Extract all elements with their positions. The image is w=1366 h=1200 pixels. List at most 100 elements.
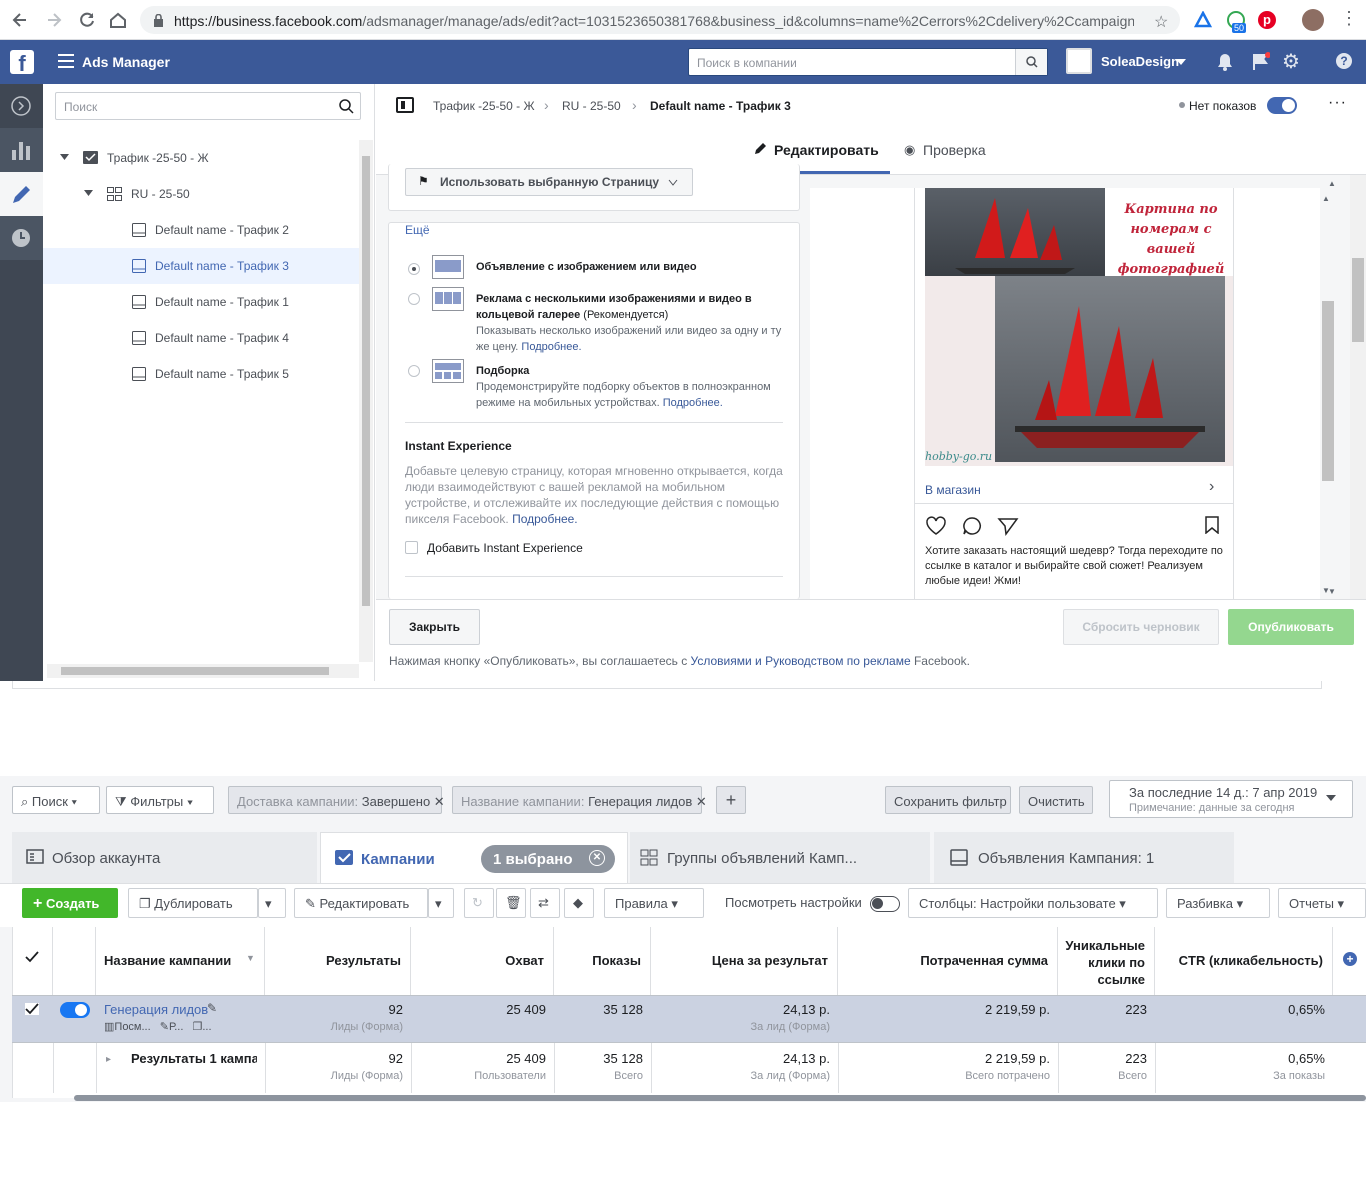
chevron-down-icon[interactable] bbox=[1176, 59, 1186, 65]
instant-experience-checkbox[interactable] bbox=[405, 541, 418, 554]
heart-icon[interactable] bbox=[925, 516, 947, 536]
scrollbar-thumb[interactable] bbox=[1352, 258, 1364, 342]
col-cost-per-result[interactable]: Цена за результат bbox=[651, 927, 838, 995]
columns-dropdown[interactable]: Столбцы: Настройки пользовате ▾ bbox=[908, 888, 1158, 918]
company-search[interactable]: Поиск в компании bbox=[688, 48, 1048, 76]
forward-arrow-icon[interactable] bbox=[44, 10, 64, 30]
scrollbar-thumb[interactable] bbox=[1322, 301, 1334, 481]
help-icon[interactable]: ? bbox=[1336, 53, 1352, 69]
edit-link[interactable]: Р... bbox=[169, 1021, 183, 1033]
tab-campaigns[interactable]: Кампании 1 выбрано ✕ bbox=[320, 832, 628, 884]
expand-caret-icon[interactable]: ▸ bbox=[106, 1054, 111, 1065]
col-campaign-name[interactable]: Название кампании ▼ bbox=[96, 927, 265, 995]
flag-icon[interactable] bbox=[1252, 52, 1270, 72]
close-button[interactable]: Закрыть bbox=[389, 609, 480, 645]
campaign-name-link[interactable]: Генерация лидов bbox=[104, 1002, 208, 1017]
reset-draft-button[interactable]: Сбросить черновик bbox=[1063, 609, 1219, 645]
tag-icon[interactable]: ◆ bbox=[564, 888, 594, 918]
pinterest-icon[interactable]: p bbox=[1258, 11, 1276, 29]
account-name[interactable]: SoleaDesign bbox=[1101, 54, 1179, 69]
company-search-input[interactable]: Поиск в компании bbox=[697, 56, 797, 70]
pencil-icon[interactable]: ✎ bbox=[207, 1001, 217, 1015]
page-scrollbar[interactable] bbox=[1350, 175, 1366, 599]
tree-horizontal-scrollbar[interactable] bbox=[47, 664, 359, 678]
close-icon[interactable]: ✕ bbox=[589, 850, 605, 866]
breadcrumb-adset[interactable]: RU - 25-50 bbox=[562, 99, 621, 113]
tab-account-overview[interactable]: Обзор аккаунта bbox=[12, 832, 317, 884]
filters-dropdown[interactable]: ⧩ Фильтры ▾ bbox=[106, 786, 214, 814]
date-range-picker[interactable]: За последние 14 д.: 7 апр 2019 Примечани… bbox=[1109, 780, 1353, 818]
bell-icon[interactable] bbox=[1216, 52, 1234, 72]
campaign-toggle[interactable] bbox=[60, 1002, 90, 1018]
editor-scrollbar[interactable]: ▲ ▼ bbox=[1320, 175, 1350, 599]
tree-search[interactable]: Поиск bbox=[55, 92, 361, 120]
home-icon[interactable] bbox=[108, 10, 128, 30]
cta-label[interactable]: В магазин bbox=[925, 483, 981, 497]
cta-row[interactable]: В магазин › bbox=[915, 474, 1233, 504]
tab-ads[interactable]: Объявления Кампания: 1 bbox=[934, 832, 1234, 884]
create-button[interactable]: + Создать bbox=[22, 888, 118, 918]
edit-button[interactable]: ✎ Редактировать bbox=[294, 888, 428, 918]
view-charts-link[interactable]: Посм... bbox=[114, 1021, 150, 1033]
filter-chip-name[interactable]: Название кампании: Генерация лидов ✕ bbox=[452, 786, 707, 814]
hamburger-icon[interactable] bbox=[58, 54, 74, 68]
breakdown-dropdown[interactable]: Разбивка ▾ bbox=[1166, 888, 1270, 918]
terms-link[interactable]: Условиями и Руководством по рекламе bbox=[691, 654, 911, 668]
ad-toggle[interactable] bbox=[1267, 97, 1297, 114]
col-amount-spent[interactable]: Потраченная сумма bbox=[838, 927, 1058, 995]
extension-triangle-icon[interactable] bbox=[1194, 11, 1212, 29]
app-title[interactable]: Ads Manager bbox=[82, 54, 170, 70]
learn-more-link[interactable]: Подробнее. bbox=[663, 397, 723, 409]
bookmark-icon[interactable] bbox=[1205, 516, 1219, 534]
ab-test-icon[interactable]: ⇄ bbox=[530, 888, 560, 918]
format-radio-carousel[interactable] bbox=[408, 293, 420, 305]
edit-dropdown[interactable]: ▾ bbox=[428, 888, 454, 918]
search-icon[interactable] bbox=[338, 98, 354, 114]
page-select-dropdown[interactable]: ⚑ Использовать выбранную Страницу bbox=[405, 168, 693, 196]
learn-more-link[interactable]: Подробнее. bbox=[521, 341, 581, 353]
tab-review[interactable]: ◉ Проверка bbox=[904, 140, 1000, 174]
row-checkbox[interactable] bbox=[25, 1003, 39, 1015]
col-unique-link-clicks[interactable]: Уникальные клики по ссылке bbox=[1058, 927, 1155, 995]
star-icon[interactable]: ☆ bbox=[1154, 12, 1168, 32]
account-avatar[interactable] bbox=[1066, 48, 1092, 74]
rules-dropdown[interactable]: Правила ▾ bbox=[604, 888, 704, 918]
panel-toggle-icon[interactable] bbox=[396, 97, 414, 113]
clear-button[interactable]: Очистить bbox=[1019, 786, 1093, 814]
tree-campaign[interactable]: Трафик -25-50 - Ж bbox=[43, 140, 359, 176]
duplicate-dropdown[interactable]: ▾ bbox=[258, 888, 286, 918]
tree-ad-item[interactable]: Default name - Трафик 5 bbox=[43, 356, 359, 392]
nav-edit-pencil-icon[interactable] bbox=[0, 172, 43, 216]
col-ctr[interactable]: CTR (кликабельность) bbox=[1155, 927, 1333, 995]
caret-down-icon[interactable] bbox=[84, 190, 93, 196]
tab-adsets[interactable]: Группы объявлений Камп... bbox=[630, 832, 930, 884]
tree-search-input[interactable]: Поиск bbox=[64, 100, 97, 114]
gear-icon[interactable]: ⚙ bbox=[1282, 51, 1300, 73]
tree-ad-item[interactable]: Default name - Трафик 2 bbox=[43, 212, 359, 248]
menu-dots-icon[interactable]: ⋮ bbox=[1340, 8, 1358, 28]
nav-expand-button[interactable] bbox=[0, 84, 43, 128]
col-results[interactable]: Результаты bbox=[265, 927, 411, 995]
col-impressions[interactable]: Показы bbox=[554, 927, 651, 995]
comment-icon[interactable] bbox=[961, 516, 983, 536]
address-bar[interactable]: https://business.facebook.com/adsmanager… bbox=[140, 6, 1180, 34]
profile-avatar[interactable] bbox=[1302, 9, 1324, 31]
tree-ad-item[interactable]: Default name - Трафик 4 bbox=[43, 320, 359, 356]
tree-ad-item-selected[interactable]: Default name - Трафик 3 bbox=[43, 248, 359, 284]
search-icon[interactable] bbox=[1015, 49, 1047, 75]
search-dropdown[interactable]: ⌕ Поиск ▾ bbox=[12, 786, 100, 814]
facebook-logo[interactable]: f bbox=[10, 50, 34, 74]
save-filter-button[interactable]: Сохранить фильтр bbox=[885, 786, 1011, 814]
share-icon[interactable] bbox=[997, 516, 1019, 536]
trash-icon[interactable]: 🗑 bbox=[496, 888, 526, 918]
more-link[interactable]: Ещё bbox=[405, 223, 430, 237]
learn-more-link[interactable]: Подробнее. bbox=[512, 512, 578, 526]
add-filter-button[interactable]: + bbox=[716, 786, 746, 814]
col-reach[interactable]: Охват bbox=[411, 927, 554, 995]
reload-icon[interactable] bbox=[77, 10, 97, 30]
view-settings-toggle[interactable] bbox=[870, 896, 900, 912]
publish-button[interactable]: Опубликовать bbox=[1228, 609, 1354, 645]
scrollbar-thumb[interactable] bbox=[61, 667, 329, 675]
format-radio-collection[interactable] bbox=[408, 365, 420, 377]
back-arrow-icon[interactable] bbox=[10, 10, 30, 30]
